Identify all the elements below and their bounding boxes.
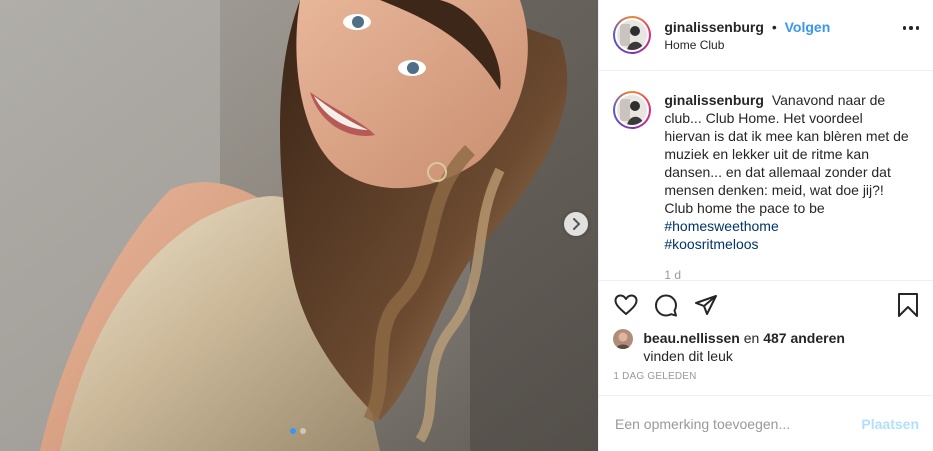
carousel-dot bbox=[300, 428, 306, 434]
location-link[interactable]: Home Club bbox=[664, 38, 830, 52]
hashtag-link[interactable]: #koosritmeloos bbox=[664, 235, 909, 253]
save-button[interactable] bbox=[895, 292, 921, 318]
carousel-next-button[interactable] bbox=[564, 212, 588, 236]
add-comment-form: Plaatsen bbox=[599, 395, 933, 451]
like-button[interactable] bbox=[613, 292, 639, 318]
likes-count-link[interactable]: 487 anderen bbox=[763, 330, 845, 346]
liker-avatar[interactable] bbox=[613, 329, 634, 349]
caption: ginalissenburg Vanavond naar de club... … bbox=[613, 91, 919, 253]
hashtag-link[interactable]: #homesweethome bbox=[664, 217, 909, 235]
post-header: ginalissenburg • Volgen Home Club bbox=[599, 0, 933, 71]
likes-suffix: vinden dit leuk bbox=[643, 348, 733, 364]
likes-connector: en bbox=[743, 330, 760, 346]
post-comment-button[interactable]: Plaatsen bbox=[861, 416, 919, 432]
paper-plane-icon bbox=[695, 295, 718, 315]
avatar bbox=[617, 95, 648, 125]
separator-dot: • bbox=[771, 18, 777, 35]
action-bar bbox=[599, 281, 933, 329]
caption-avatar[interactable] bbox=[613, 91, 652, 129]
comment-button[interactable] bbox=[653, 292, 679, 318]
caption-time: 1 d bbox=[664, 268, 682, 281]
comments-section: ginalissenburg Vanavond naar de club... … bbox=[599, 71, 933, 281]
chevron-right-icon bbox=[573, 218, 581, 230]
share-button[interactable] bbox=[693, 292, 719, 318]
comment-icon bbox=[655, 294, 678, 317]
carousel-indicator bbox=[290, 428, 306, 434]
post-sidebar: ginalissenburg • Volgen Home Club ginali… bbox=[598, 0, 933, 451]
avatar bbox=[617, 20, 648, 50]
caption-username-link[interactable]: ginalissenburg bbox=[664, 92, 764, 108]
carousel-dot-active bbox=[290, 428, 296, 434]
likes-summary: beau.nellissen en 487 anderen vinden dit… bbox=[599, 329, 933, 365]
photo-image bbox=[0, 0, 599, 451]
instagram-post: ginalissenburg • Volgen Home Club ginali… bbox=[0, 0, 933, 451]
story-ring[interactable] bbox=[613, 16, 652, 54]
comment-input[interactable] bbox=[613, 414, 862, 433]
follow-button[interactable]: Volgen bbox=[785, 19, 831, 35]
heart-icon bbox=[614, 294, 638, 315]
caption-text: Vanavond naar de club... Club Home. Het … bbox=[664, 92, 909, 216]
post-date[interactable]: 1 DAG GELEDEN bbox=[599, 371, 933, 382]
post-photo[interactable] bbox=[0, 0, 599, 451]
more-options-icon[interactable] bbox=[902, 26, 919, 30]
liker-username-link[interactable]: beau.nellissen bbox=[643, 330, 739, 346]
bookmark-icon bbox=[898, 293, 918, 317]
username-link[interactable]: ginalissenburg bbox=[664, 19, 764, 35]
